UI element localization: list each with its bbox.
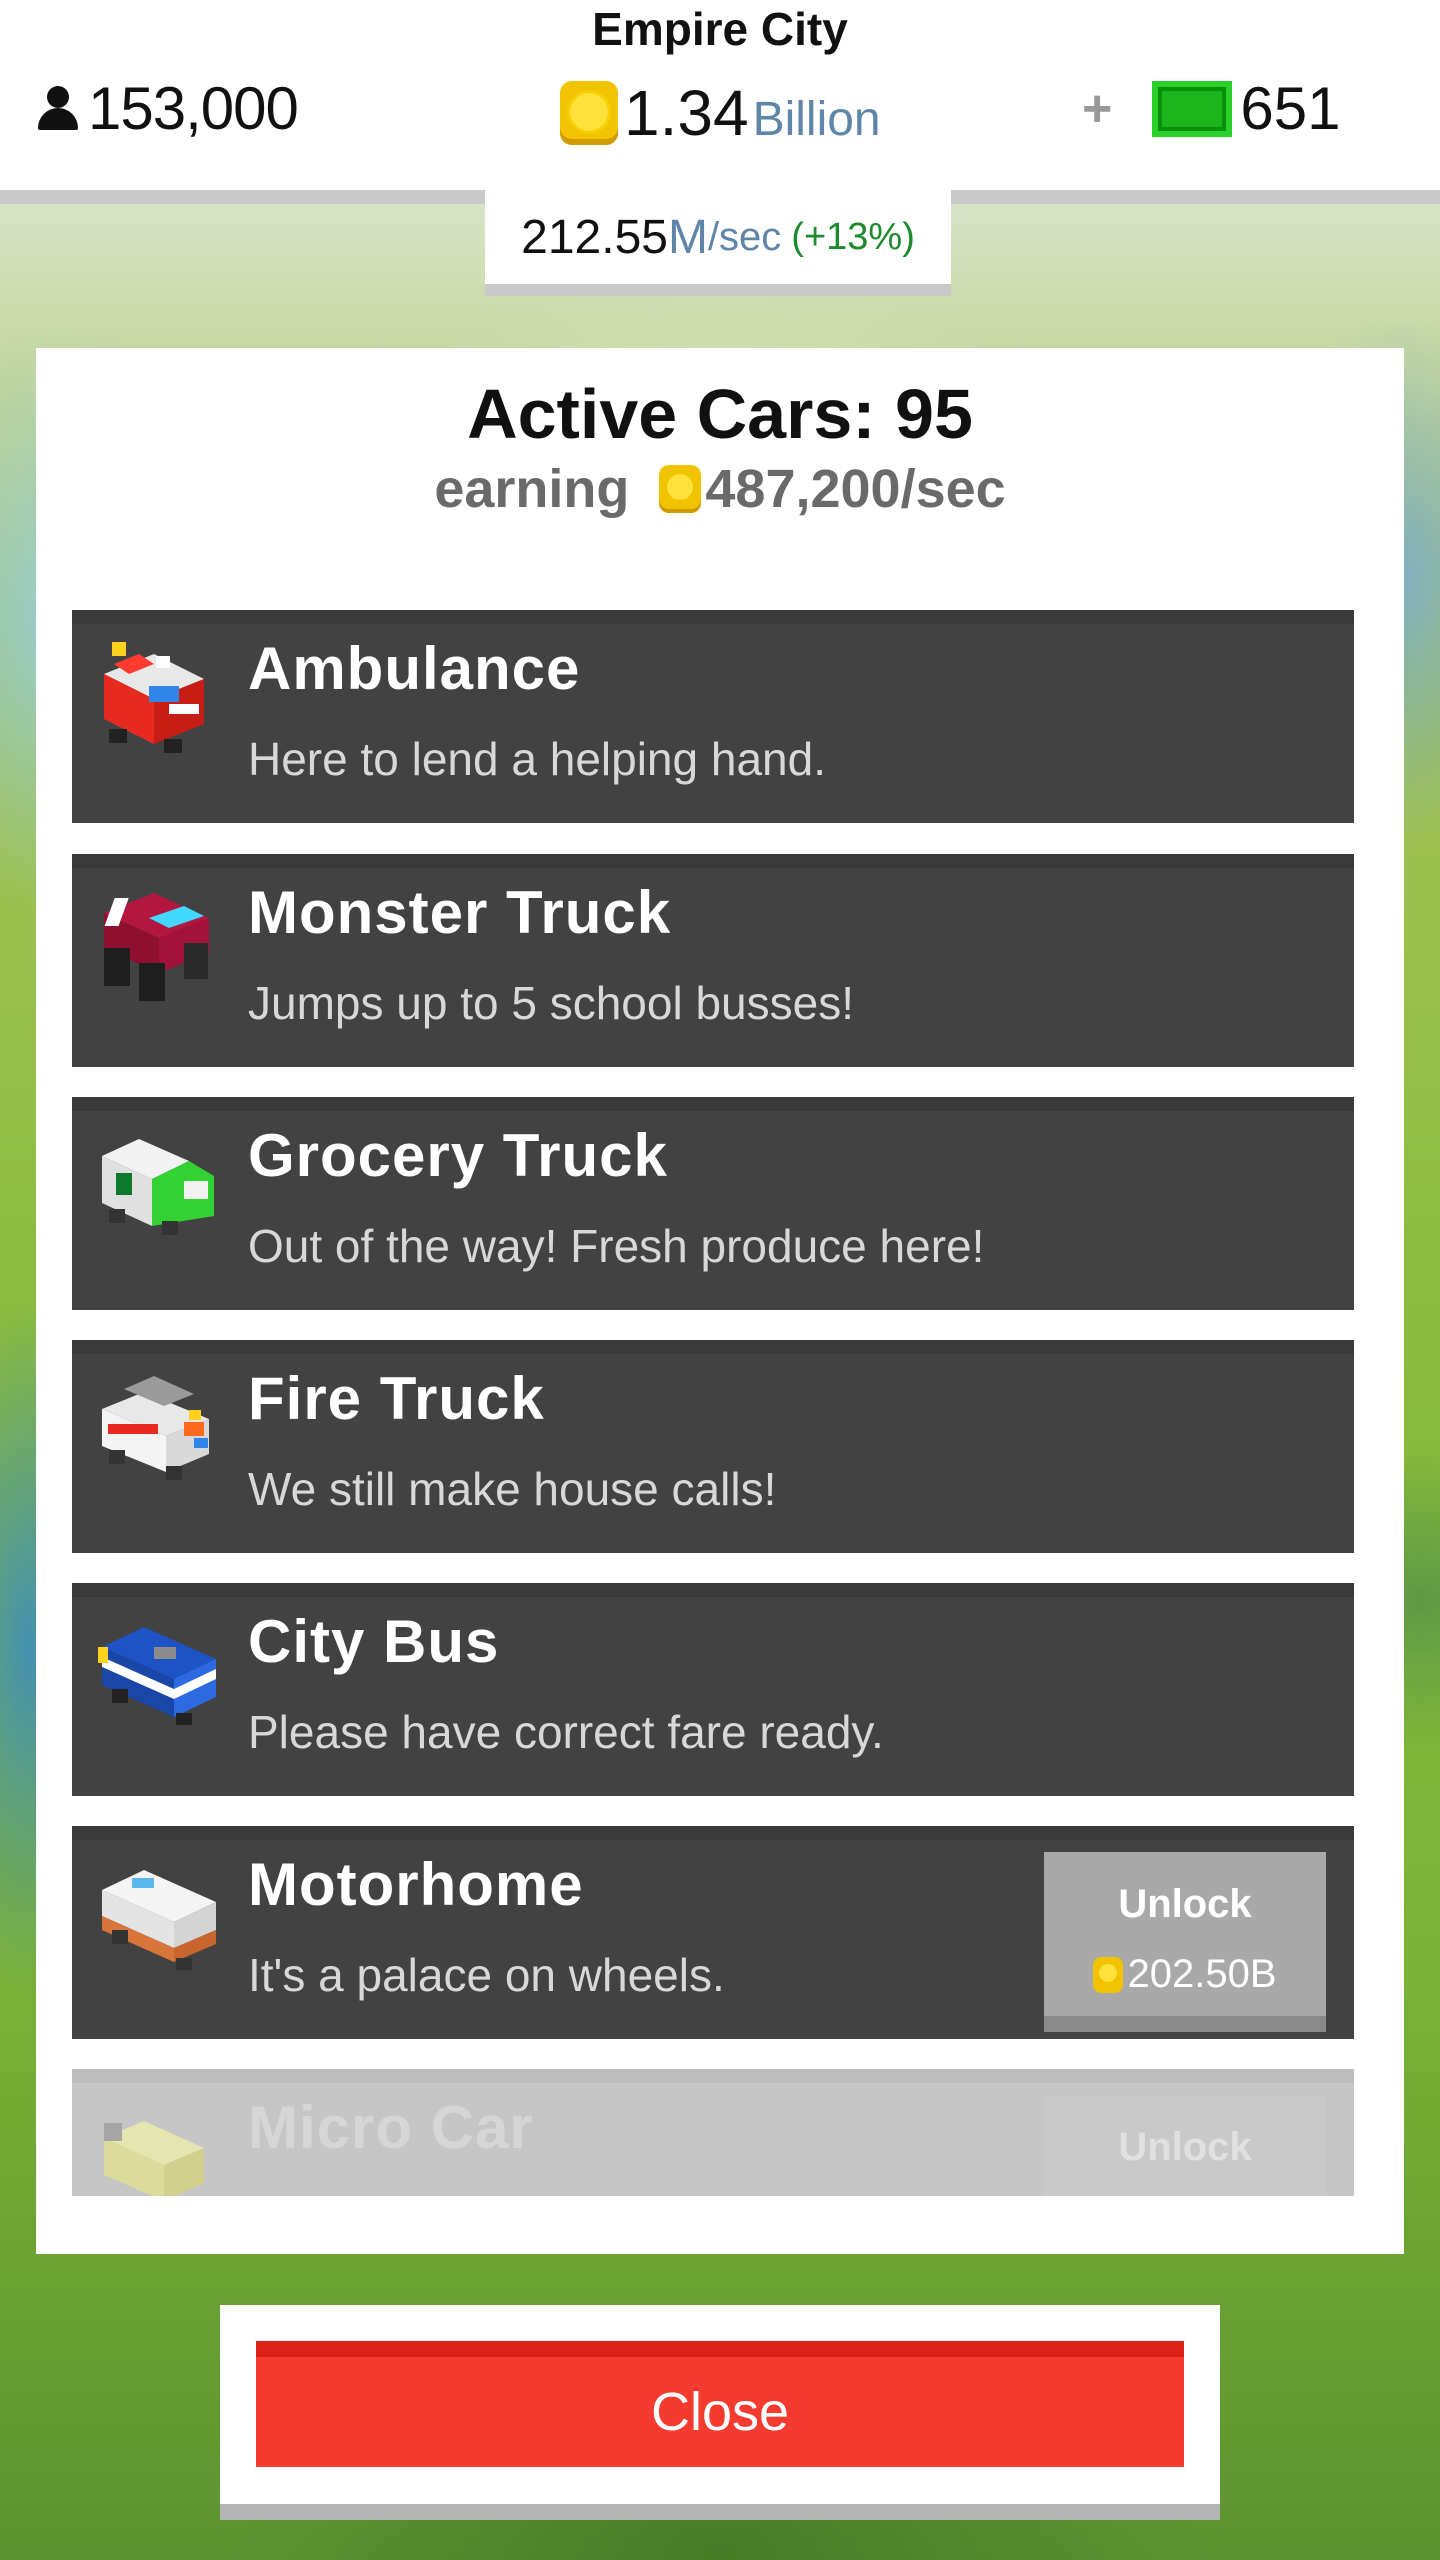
unlock-button[interactable]: Unlock xyxy=(1044,2095,1326,2196)
money-value: 1.34 xyxy=(624,77,749,149)
car-list[interactable]: Ambulance Here to lend a helping hand. M… xyxy=(72,610,1354,2196)
car-name: Grocery Truck xyxy=(248,1122,668,1189)
earning-label: earning xyxy=(434,459,630,519)
car-name: Ambulance xyxy=(248,635,581,702)
coin-icon xyxy=(659,465,702,513)
close-button[interactable]: Close xyxy=(256,2341,1184,2467)
car-row-micro-car[interactable]: Micro Car Unlock xyxy=(72,2069,1354,2196)
coin-icon xyxy=(560,81,618,145)
income-rate-tab: 212.55 M /sec (+13%) xyxy=(485,190,951,296)
car-name: Micro Car xyxy=(248,2094,534,2161)
car-name: Fire Truck xyxy=(248,1365,545,1432)
panel-title: Active Cars: 95 xyxy=(467,375,973,453)
top-hud: Empire City 153,000 1.34 Billion + 651 xyxy=(0,0,1440,204)
cash-display[interactable]: + 651 xyxy=(1082,74,1340,143)
monster-truck-icon xyxy=(104,893,209,1001)
unlock-price-value: 202.50B xyxy=(1127,1952,1277,1996)
cash-value: 651 xyxy=(1240,75,1341,142)
rate-unit: M xyxy=(667,210,708,264)
rate-bonus: (+13%) xyxy=(791,215,915,258)
population-display: 153,000 xyxy=(36,74,299,143)
motorhome-icon xyxy=(102,1870,216,1970)
grocery-truck-icon xyxy=(102,1139,214,1235)
car-row-monster-truck[interactable]: Monster Truck Jumps up to 5 school busse… xyxy=(72,854,1354,1067)
unlock-label: Unlock xyxy=(1118,2125,1252,2169)
active-cars-panel: Active Cars: 95 earning 487,200/sec Ambu… xyxy=(36,348,1404,2254)
car-description: Out of the way! Fresh produce here! xyxy=(248,1220,985,1272)
money-unit: Billion xyxy=(752,93,881,146)
cash-bill-icon xyxy=(1152,80,1233,137)
car-description: It's a palace on wheels. xyxy=(248,1949,725,2001)
unlock-button[interactable]: Unlock 202.50B xyxy=(1044,1852,1326,2032)
person-icon xyxy=(36,85,80,132)
ambulance-icon xyxy=(104,642,204,753)
money-display: 1.34 Billion xyxy=(560,76,881,150)
fire-truck-icon xyxy=(102,1376,209,1480)
rate-value: 212.55 xyxy=(521,210,668,264)
close-button-frame: Close xyxy=(220,2305,1220,2520)
unlock-label: Unlock xyxy=(1118,1882,1252,1926)
population-value: 153,000 xyxy=(88,75,299,142)
unlock-price: 202.50B xyxy=(1044,1952,1326,1997)
car-description: Please have correct fare ready. xyxy=(248,1706,884,1758)
car-row-fire-truck[interactable]: Fire Truck We still make house calls! xyxy=(72,1340,1354,1553)
car-row-grocery-truck[interactable]: Grocery Truck Out of the way! Fresh prod… xyxy=(72,1097,1354,1310)
car-description: Jumps up to 5 school busses! xyxy=(248,977,854,1029)
car-row-city-bus[interactable]: City Bus Please have correct fare ready. xyxy=(72,1583,1354,1796)
car-name: Motorhome xyxy=(248,1851,584,1918)
car-row-motorhome[interactable]: Motorhome It's a palace on wheels. Unloc… xyxy=(72,1826,1354,2039)
car-name: Monster Truck xyxy=(248,879,672,946)
earning-value: 487,200/sec xyxy=(705,459,1006,519)
coin-icon xyxy=(1093,1956,1124,1993)
car-name: City Bus xyxy=(248,1608,500,1675)
car-row-ambulance[interactable]: Ambulance Here to lend a helping hand. xyxy=(72,610,1354,823)
earning-line: earning 487,200/sec xyxy=(36,458,1404,520)
rate-per: /sec xyxy=(707,214,782,259)
add-cash-button[interactable]: + xyxy=(1082,79,1112,139)
city-name: Empire City xyxy=(592,3,848,55)
micro-car-icon xyxy=(104,2121,204,2196)
car-description: We still make house calls! xyxy=(248,1463,777,1515)
car-description: Here to lend a helping hand. xyxy=(248,733,826,785)
city-bus-icon xyxy=(98,1627,216,1725)
